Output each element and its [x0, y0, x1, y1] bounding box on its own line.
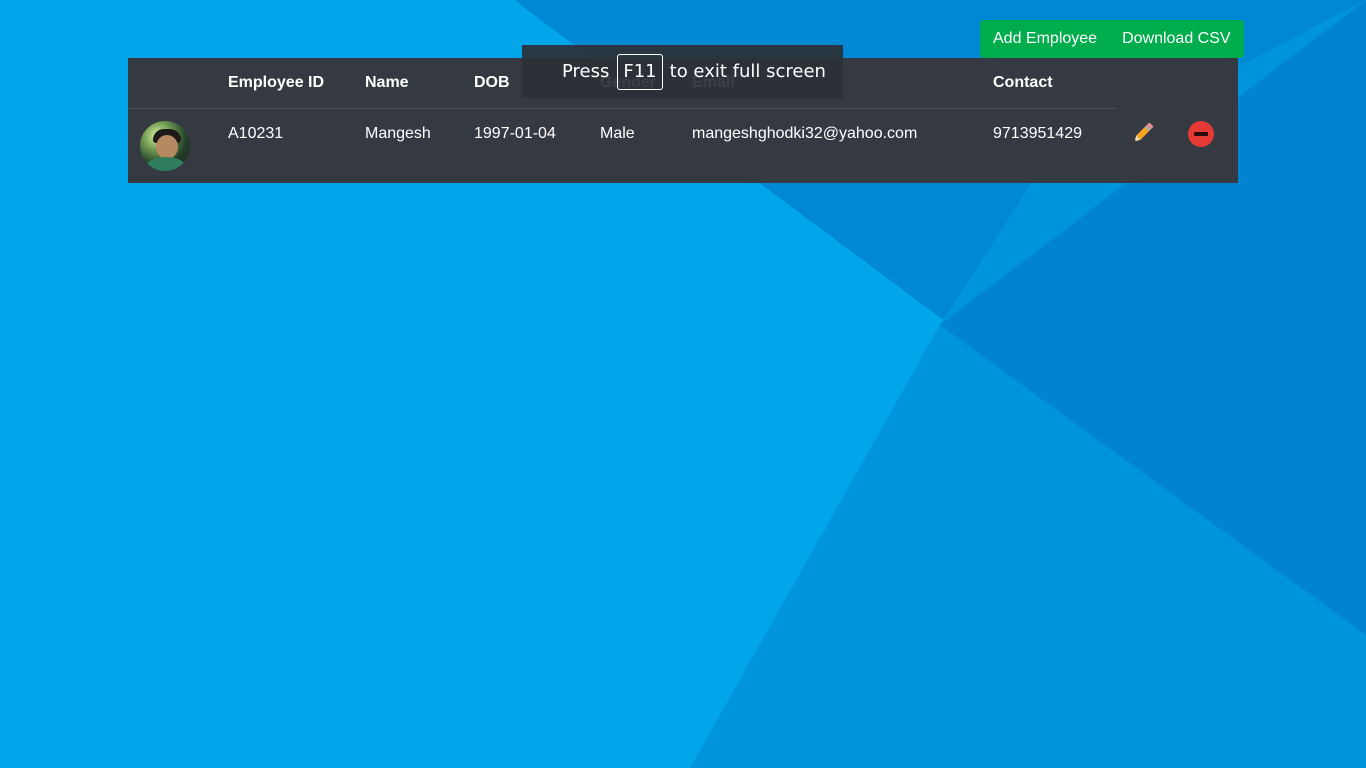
header-edit	[1117, 58, 1178, 108]
cell-employee-id: A10231	[228, 124, 284, 142]
header-name[interactable]: Name	[365, 58, 474, 109]
toolbar: Add Employee Download CSV	[980, 20, 1244, 58]
fullscreen-notice: Press F11 to exit full screen	[522, 45, 843, 98]
avatar-cell	[128, 108, 228, 182]
header-avatar	[128, 58, 228, 109]
notice-exit-text: to exit full screen	[669, 61, 826, 82]
notice-press-text: Press	[562, 61, 610, 82]
add-employee-button[interactable]: Add Employee	[980, 20, 1111, 58]
f11-key-badge: F11	[617, 53, 663, 90]
edit-cell	[1117, 108, 1178, 182]
header-contact[interactable]: Contact	[993, 58, 1117, 109]
cell-dob: 1997-01-04	[474, 124, 556, 142]
pencil-icon[interactable]	[1130, 120, 1156, 151]
minus-circle-icon[interactable]	[1188, 121, 1214, 147]
table-row: A10231 Mangesh 1997-01-04 Male mangeshgh…	[128, 108, 1238, 182]
cell-name: Mangesh	[365, 124, 431, 142]
header-delete	[1178, 58, 1238, 108]
cell-gender: Male	[600, 124, 635, 142]
download-csv-button[interactable]: Download CSV	[1110, 20, 1244, 58]
header-employee-id[interactable]: Employee ID	[228, 58, 365, 109]
avatar	[140, 120, 190, 171]
cell-email: mangeshghodki32@yahoo.com	[692, 124, 918, 142]
cell-contact: 9713951429	[993, 124, 1082, 142]
delete-cell	[1178, 108, 1238, 182]
